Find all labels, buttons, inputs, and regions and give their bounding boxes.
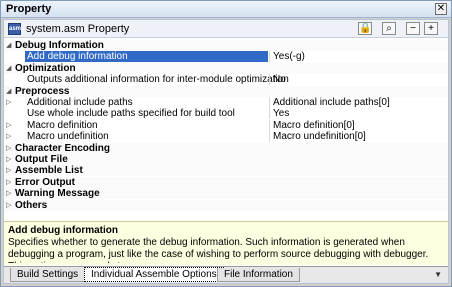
- tab-build-settings[interactable]: Build Settings: [10, 268, 86, 282]
- property-row[interactable]: Outputs additional information for inter…: [4, 74, 448, 86]
- category-row[interactable]: ▷ Error Output: [4, 176, 448, 188]
- collapse-arrow-icon[interactable]: ◢: [6, 63, 14, 74]
- property-value[interactable]: Macro definition[0]: [273, 120, 355, 131]
- column-divider: [269, 108, 270, 120]
- property-value[interactable]: Additional include paths[0]: [273, 97, 390, 108]
- category-row[interactable]: ▷ Others: [4, 199, 448, 211]
- expand-arrow-icon[interactable]: ▷: [6, 131, 14, 142]
- collapse-arrow-icon[interactable]: ◢: [6, 40, 14, 51]
- property-name: Macro definition: [27, 119, 98, 131]
- category-label: Error Output: [15, 176, 75, 188]
- property-window: Property ✕ asm system.asm Property 🔒 ⌕ −…: [0, 0, 452, 287]
- property-name: Use whole include paths specified for bu…: [27, 108, 235, 120]
- property-name: Outputs additional information for inter…: [27, 74, 289, 86]
- property-row[interactable]: ▷ Macro definition Macro definition[0]: [4, 119, 448, 131]
- column-divider: [269, 97, 270, 108]
- column-divider: [269, 51, 270, 63]
- expand-arrow-icon[interactable]: ▷: [6, 97, 14, 108]
- category-label: Optimization: [15, 62, 76, 74]
- close-icon[interactable]: ✕: [435, 3, 447, 15]
- column-divider: [269, 74, 270, 86]
- search-icon[interactable]: ⌕: [382, 22, 396, 35]
- tab-menu-arrow-icon[interactable]: ▼: [434, 270, 442, 279]
- property-toolbar: asm system.asm Property 🔒 ⌕ − +: [4, 20, 448, 38]
- property-value[interactable]: Macro undefinition[0]: [273, 131, 366, 142]
- category-label: Debug Information: [15, 40, 104, 51]
- property-row[interactable]: ▷ Macro undefinition Macro undefinition[0]: [4, 131, 448, 143]
- property-value[interactable]: No: [273, 74, 286, 85]
- category-label: Character Encoding: [15, 142, 111, 154]
- property-name: Additional include paths: [27, 97, 133, 108]
- property-row[interactable]: Use whole include paths specified for bu…: [4, 108, 448, 120]
- property-name: Macro undefinition: [27, 131, 109, 143]
- expand-arrow-icon[interactable]: ▷: [6, 120, 14, 131]
- property-row[interactable]: Add debug information Yes(-g): [4, 51, 448, 63]
- category-row[interactable]: ◢ Preprocess: [4, 85, 448, 97]
- category-row[interactable]: ▷ Warning Message: [4, 188, 448, 200]
- expand-arrow-icon[interactable]: ▷: [6, 200, 14, 211]
- category-label: Warning Message: [15, 188, 100, 200]
- property-name: Add debug information: [25, 51, 268, 63]
- collapse-all-button[interactable]: −: [406, 22, 420, 35]
- category-label: Preprocess: [15, 85, 70, 97]
- description-title: Add debug information: [8, 225, 118, 236]
- property-value[interactable]: Yes(-g): [273, 51, 305, 62]
- category-label: Others: [15, 199, 48, 211]
- category-label: Output File: [15, 154, 68, 165]
- description-panel: Add debug information Specifies whether …: [4, 221, 448, 265]
- category-label: Assemble List: [15, 165, 83, 177]
- column-divider: [269, 119, 270, 131]
- tab-bar: ▼ Build Settings Individual Assemble Opti…: [4, 266, 448, 283]
- window-title: Property: [6, 3, 52, 15]
- tab-file-information[interactable]: File Information: [217, 268, 300, 282]
- property-value[interactable]: Yes: [273, 108, 289, 119]
- property-panel: asm system.asm Property 🔒 ⌕ − + ◢ Debug I…: [3, 19, 449, 284]
- expand-arrow-icon[interactable]: ▷: [6, 143, 14, 154]
- description-text: Specifies whether to generate the debug …: [8, 237, 429, 263]
- category-row[interactable]: ▷ Character Encoding: [4, 142, 448, 154]
- property-target-label: system.asm Property: [26, 23, 130, 35]
- asm-file-icon: asm: [8, 23, 21, 35]
- property-grid: ◢ Debug Information Add debug information Y…: [4, 39, 448, 239]
- tab-individual-assemble-options[interactable]: Individual Assemble Options: [84, 267, 224, 282]
- lock-icon[interactable]: 🔒: [358, 22, 372, 35]
- expand-arrow-icon[interactable]: ▷: [6, 177, 14, 188]
- category-row[interactable]: ◢ Optimization: [4, 62, 448, 74]
- expand-arrow-icon[interactable]: ▷: [6, 154, 14, 165]
- collapse-arrow-icon[interactable]: ◢: [6, 86, 14, 97]
- category-row[interactable]: ▷ Output File: [4, 154, 448, 165]
- category-row[interactable]: ▷ Assemble List: [4, 165, 448, 177]
- category-row[interactable]: ◢ Debug Information: [4, 40, 448, 51]
- title-bar[interactable]: Property ✕: [1, 1, 451, 18]
- expand-all-button[interactable]: +: [424, 22, 438, 35]
- column-divider: [269, 131, 270, 143]
- expand-arrow-icon[interactable]: ▷: [6, 188, 14, 199]
- expand-arrow-icon[interactable]: ▷: [6, 165, 14, 176]
- property-row[interactable]: ▷ Additional include paths Additional incl…: [4, 97, 448, 108]
